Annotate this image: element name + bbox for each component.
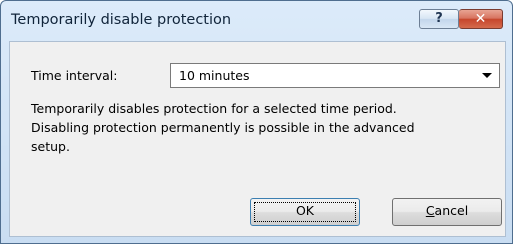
- description-line: setup.: [31, 139, 70, 154]
- cancel-button-label: ancel: [434, 203, 469, 218]
- time-interval-select[interactable]: 10 minutes: [170, 63, 500, 88]
- cancel-accelerator: C: [425, 203, 435, 218]
- description-line: Disabling protection permanently is poss…: [31, 120, 415, 135]
- description-line: Temporarily disables protection for a se…: [31, 101, 397, 116]
- time-interval-value: 10 minutes: [179, 68, 250, 83]
- dialog-window: Temporarily disable protection ? ✕ Time …: [0, 0, 513, 244]
- window-title: Temporarily disable protection: [11, 12, 232, 28]
- title-bar[interactable]: Temporarily disable protection ? ✕: [1, 1, 512, 41]
- chevron-down-icon: [482, 73, 492, 78]
- help-button[interactable]: ?: [419, 9, 459, 29]
- focus-ring: [254, 202, 356, 222]
- time-interval-label: Time interval:: [31, 68, 118, 83]
- cancel-button[interactable]: Cancel: [392, 198, 502, 226]
- dialog-content: Time interval: 10 minutes Temporarily di…: [9, 41, 506, 237]
- ok-button[interactable]: OK: [250, 198, 360, 226]
- help-icon: ?: [435, 11, 443, 26]
- close-icon: ✕: [474, 11, 487, 27]
- description-text: Temporarily disables protection for a se…: [31, 99, 501, 156]
- close-button[interactable]: ✕: [459, 9, 503, 29]
